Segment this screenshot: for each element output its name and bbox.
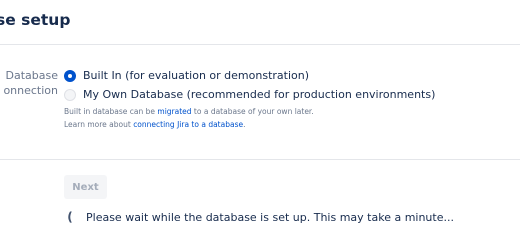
help-text-migrate-before: Built in database can be	[64, 107, 158, 116]
wait-status: ( Please wait while the database is set …	[64, 210, 454, 224]
connecting-jira-link[interactable]: connecting Jira to a database	[133, 120, 243, 129]
field-label-line-1: Database	[5, 69, 59, 82]
migrated-link[interactable]: migrated	[157, 107, 191, 116]
field-label-line-2: onnection	[3, 84, 58, 97]
database-setup-page: se setup Database onnection Built In (fo…	[0, 0, 520, 245]
database-options: Built In (for evaluation or demonstratio…	[64, 67, 514, 131]
help-text-migrate-after: to a database of your own later.	[191, 107, 314, 116]
option-own-database[interactable]: My Own Database (recommended for product…	[64, 86, 514, 103]
database-connection-label: Database onnection	[3, 68, 58, 98]
section-divider	[0, 159, 520, 160]
page-title: se setup	[0, 11, 71, 29]
help-text-learn-more: Learn more about connecting Jira to a da…	[64, 118, 514, 131]
wait-message: Please wait while the database is set up…	[86, 210, 454, 224]
help-text-migrate: Built in database can be migrated to a d…	[64, 105, 514, 118]
next-button[interactable]: Next	[64, 175, 107, 199]
loading-spinner-icon: (	[67, 210, 73, 224]
radio-own-database[interactable]	[64, 88, 76, 101]
option-own-database-label: My Own Database (recommended for product…	[83, 88, 436, 101]
radio-built-in[interactable]	[64, 69, 76, 82]
header-divider	[0, 44, 520, 45]
option-built-in[interactable]: Built In (for evaluation or demonstratio…	[64, 67, 514, 84]
option-built-in-label: Built In (for evaluation or demonstratio…	[83, 69, 310, 82]
help-text-learn-more-after: .	[243, 120, 246, 129]
help-text-learn-more-before: Learn more about	[64, 120, 134, 129]
